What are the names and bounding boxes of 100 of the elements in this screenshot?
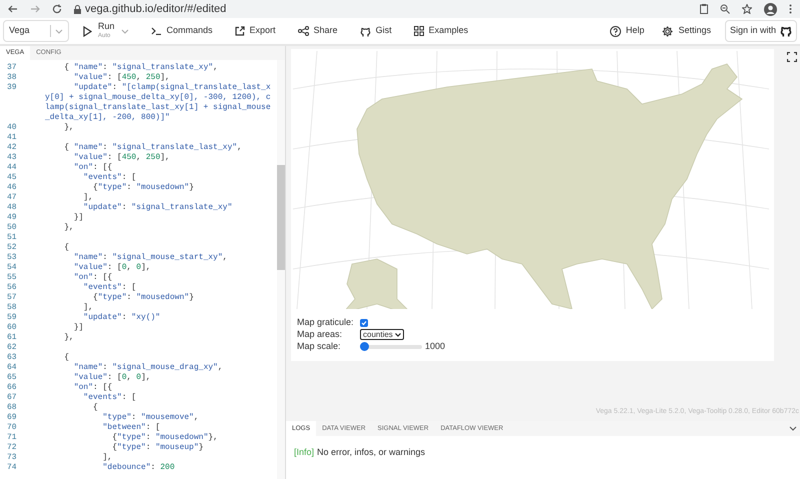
code-line: { "name": "signal_translate_xy", bbox=[63, 63, 219, 73]
line-number: 54 bbox=[6, 263, 18, 273]
line-number: 60 bbox=[6, 323, 18, 333]
line-number: 66 bbox=[6, 383, 18, 393]
line-number: 67 bbox=[6, 393, 18, 403]
chevron-down-icon bbox=[394, 332, 401, 336]
gist-button[interactable]: Gist bbox=[360, 24, 392, 38]
more-icon[interactable] bbox=[789, 4, 792, 14]
code-line: "between": [ bbox=[102, 423, 162, 433]
code-line: { bbox=[92, 403, 99, 413]
code-line: "value": [450, 250], bbox=[72, 153, 171, 163]
code-line: "events": [ bbox=[82, 173, 138, 183]
chevron-down-icon bbox=[120, 28, 129, 34]
line-number: 49 bbox=[6, 213, 18, 223]
code-line: { "name": "signal_translate_last_xy", bbox=[63, 143, 243, 153]
line-number: 46 bbox=[6, 183, 18, 193]
line-number: 40 bbox=[6, 123, 18, 133]
fullscreen-icon[interactable] bbox=[787, 52, 797, 62]
clipboard-icon[interactable] bbox=[700, 4, 708, 14]
line-number: 42 bbox=[6, 143, 18, 153]
line-number: 41 bbox=[6, 133, 18, 143]
code-line: "value": [450, 250], bbox=[72, 73, 171, 83]
github-icon bbox=[780, 25, 792, 37]
code-line: }] bbox=[72, 213, 84, 223]
code-line: "value": [0, 0], bbox=[72, 373, 152, 383]
line-number: 47 bbox=[6, 193, 18, 203]
help-icon bbox=[610, 26, 621, 36]
zoom-icon[interactable] bbox=[720, 4, 730, 14]
code-line: { bbox=[63, 243, 70, 253]
scrollbar-thumb[interactable] bbox=[277, 165, 285, 270]
line-number: 68 bbox=[6, 403, 18, 413]
line-number: 48 bbox=[6, 203, 18, 213]
scrollbar[interactable] bbox=[277, 60, 285, 479]
terminal-icon bbox=[150, 27, 162, 35]
slider-thumb[interactable] bbox=[360, 342, 369, 351]
line-number: 51 bbox=[6, 233, 18, 243]
code-line: "on": [{ bbox=[72, 163, 114, 173]
control-label: Map graticule: bbox=[297, 316, 355, 329]
line-number: 64 bbox=[6, 363, 18, 373]
line-number: 45 bbox=[6, 173, 18, 183]
code-line: "on": [{ bbox=[72, 273, 114, 283]
line-number: 38 bbox=[6, 73, 18, 83]
chevron-down-icon bbox=[55, 28, 63, 34]
share-button[interactable]: Share bbox=[298, 24, 338, 38]
export-button[interactable]: Export bbox=[234, 24, 276, 38]
control-label: Map areas: bbox=[297, 328, 344, 341]
code-line: }, bbox=[63, 223, 75, 233]
back-icon[interactable] bbox=[8, 4, 18, 14]
code-line: "value": [0, 0], bbox=[72, 263, 152, 273]
github-icon bbox=[360, 26, 371, 36]
line-number: 55 bbox=[6, 273, 18, 283]
code-line: {"type": "mousedown"}, bbox=[111, 433, 219, 443]
commands-button[interactable]: Commands bbox=[150, 24, 213, 38]
code-line: }, bbox=[63, 123, 75, 133]
line-number: 71 bbox=[6, 433, 18, 443]
settings-button[interactable]: Settings bbox=[662, 24, 711, 38]
reload-icon[interactable] bbox=[52, 4, 62, 14]
lock-icon bbox=[74, 4, 81, 14]
line-number: 59 bbox=[6, 313, 18, 323]
code-line: "type": "mousemove", bbox=[102, 413, 200, 423]
star-icon[interactable] bbox=[742, 4, 752, 14]
control-label: Map scale: bbox=[297, 340, 342, 353]
code-line: }, bbox=[63, 333, 75, 343]
chevron-down-icon[interactable] bbox=[789, 426, 797, 431]
code-line: "name": "signal_mouse_start_xy", bbox=[72, 253, 228, 263]
line-number: 63 bbox=[6, 353, 18, 363]
examples-button[interactable]: Examples bbox=[414, 24, 468, 38]
code-line: {"type": "mousedown"} bbox=[92, 183, 195, 193]
line-number: 43 bbox=[6, 153, 18, 163]
code-line: "update": "signal_translate_xy" bbox=[82, 203, 234, 213]
code-line: ], bbox=[82, 303, 94, 313]
external-link-icon bbox=[234, 26, 245, 36]
code-line: "on": [{ bbox=[72, 383, 114, 393]
code-line: "events": [ bbox=[82, 393, 138, 403]
checkbox[interactable] bbox=[360, 318, 368, 326]
address-bar-url[interactable]: vega.github.io/editor/#/edited bbox=[85, 0, 226, 18]
line-number: 65 bbox=[6, 373, 18, 383]
code-line: {"type": "mousedown"} bbox=[92, 293, 195, 303]
areas-select[interactable]: counties bbox=[360, 329, 404, 340]
code-line: "name": "signal_mouse_drag_xy", bbox=[72, 363, 224, 373]
line-number: 37 bbox=[6, 63, 18, 73]
line-number: 69 bbox=[6, 413, 18, 423]
code-line: {"type": "mouseup"} bbox=[111, 443, 204, 453]
line-number: 50 bbox=[6, 223, 18, 233]
line-number: 56 bbox=[6, 283, 18, 293]
settings-icon bbox=[662, 26, 674, 36]
profile-avatar-icon[interactable] bbox=[764, 2, 777, 16]
mode-select[interactable]: Vega bbox=[3, 20, 69, 42]
line-number: 44 bbox=[6, 163, 18, 173]
code-line: "update": "xy()" bbox=[82, 313, 162, 323]
help-button[interactable]: Help bbox=[610, 24, 644, 38]
line-number: 62 bbox=[6, 343, 18, 353]
code-line: "events": [ bbox=[82, 283, 138, 293]
play-icon bbox=[83, 26, 92, 36]
line-number: 73 bbox=[6, 453, 18, 463]
line-number: 72 bbox=[6, 443, 18, 453]
line-number: 52 bbox=[6, 243, 18, 253]
scale-value: 1000 bbox=[425, 340, 446, 353]
line-number: 58 bbox=[6, 303, 18, 313]
sign-in-button[interactable]: Sign in with bbox=[724, 20, 797, 42]
